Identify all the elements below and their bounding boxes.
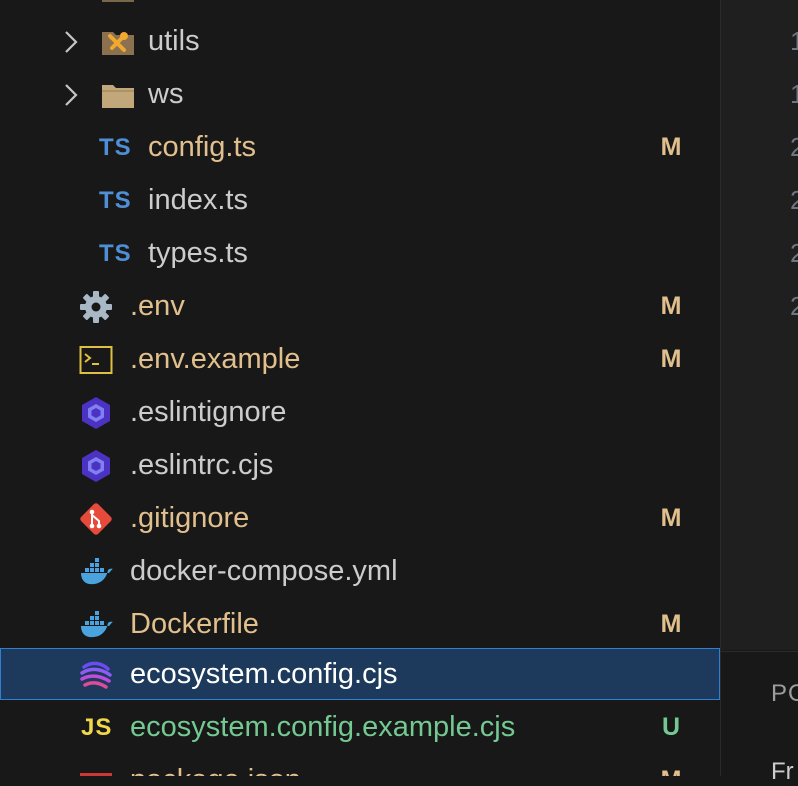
tree-row-eslintignore[interactable]: .eslintignore <box>0 386 720 439</box>
tree-item-label: package.json <box>130 754 301 776</box>
tree-item-label: ws <box>148 78 184 110</box>
tree-row-ws-folder[interactable]: ws <box>0 68 720 121</box>
tree-item-label: .env <box>130 290 185 322</box>
tree-row-eslintrc-cjs[interactable]: .eslintrc.cjs <box>0 439 720 492</box>
tree-row-dockerfile[interactable]: Dockerfile M <box>0 598 720 651</box>
line-number: 1 <box>790 79 798 109</box>
git-status-badge: M <box>660 133 682 161</box>
docker-icon <box>78 607 114 643</box>
tree-row-gitignore[interactable]: .gitignore M <box>0 492 720 545</box>
tree-row-env-example[interactable]: .env.example M <box>0 333 720 386</box>
tree-row-index-ts[interactable]: TS index.ts <box>0 174 720 227</box>
tree-item-label: docker-compose.yml <box>130 555 398 587</box>
tree-item-label: index.ts <box>148 184 248 216</box>
line-number: 2 <box>790 185 798 215</box>
eslint-icon <box>78 448 114 484</box>
tools-folder-icon <box>100 24 136 60</box>
git-status-badge: M <box>660 345 682 373</box>
line-number: 2 <box>790 291 798 321</box>
eslint-icon <box>78 395 114 431</box>
tree-item-label: Dockerfile <box>130 608 259 640</box>
tree-row-ecosystem-config-example[interactable]: JS ecosystem.config.example.cjs U <box>0 701 720 754</box>
line-number: 1 <box>790 26 798 56</box>
editor-gutter: 1 1 2 2 2 2 <box>721 0 798 650</box>
terminal-icon <box>78 342 114 378</box>
pm2-icon <box>78 657 114 693</box>
git-status-badge: U <box>661 713 681 741</box>
git-icon <box>78 501 114 537</box>
tree-item-label: ecosystem.config.cjs <box>130 658 398 690</box>
gear-icon <box>78 289 114 325</box>
tree-item-label: .gitignore <box>130 502 250 534</box>
line-number: 2 <box>790 238 798 268</box>
git-status-badge: M <box>660 610 682 638</box>
line-number: 2 <box>790 132 798 162</box>
tree-item-label: .eslintrc.cjs <box>130 449 274 481</box>
npm-icon <box>78 763 114 776</box>
chevron-right-icon[interactable] <box>60 29 82 55</box>
git-status-badge: M <box>660 504 682 532</box>
tree-item-label: .env.example <box>130 343 301 375</box>
tree-row-utils-folder[interactable]: utils <box>0 15 720 68</box>
tree-item-label: config.ts <box>148 131 256 163</box>
chevron-right-icon[interactable] <box>60 82 82 108</box>
docker-icon <box>78 554 114 590</box>
tree-item-label: types.ts <box>148 237 248 269</box>
panel-content-text: Fr <box>771 758 794 785</box>
panel-tab[interactable]: PO <box>771 680 798 708</box>
tree-row-package-json[interactable]: package.json M <box>0 754 720 776</box>
tree-row-types-ts[interactable]: TS types.ts <box>0 227 720 280</box>
tree-row-docker-compose[interactable]: docker-compose.yml <box>0 545 720 598</box>
tree-row-partial-folder[interactable] <box>0 0 720 15</box>
tree-row-ecosystem-config-selected[interactable]: ecosystem.config.cjs <box>0 648 720 700</box>
tree-item-label: utils <box>148 25 200 57</box>
tree-row-config-ts[interactable]: TS config.ts M <box>0 121 720 174</box>
typescript-icon: TS <box>99 240 132 267</box>
git-status-badge: M <box>660 292 682 320</box>
tree-row-env[interactable]: .env M <box>0 280 720 333</box>
git-status-badge: M <box>656 754 686 776</box>
folder-icon <box>100 77 136 113</box>
tree-item-label: .eslintignore <box>130 396 287 428</box>
typescript-icon: TS <box>99 187 132 214</box>
folder-icon <box>100 0 136 7</box>
javascript-icon: JS <box>81 714 113 741</box>
typescript-icon: TS <box>99 134 132 161</box>
tree-item-label: ecosystem.config.example.cjs <box>130 711 516 743</box>
explorer-file-tree: utils ws TS config.ts M TS index.ts TS t… <box>0 0 721 776</box>
